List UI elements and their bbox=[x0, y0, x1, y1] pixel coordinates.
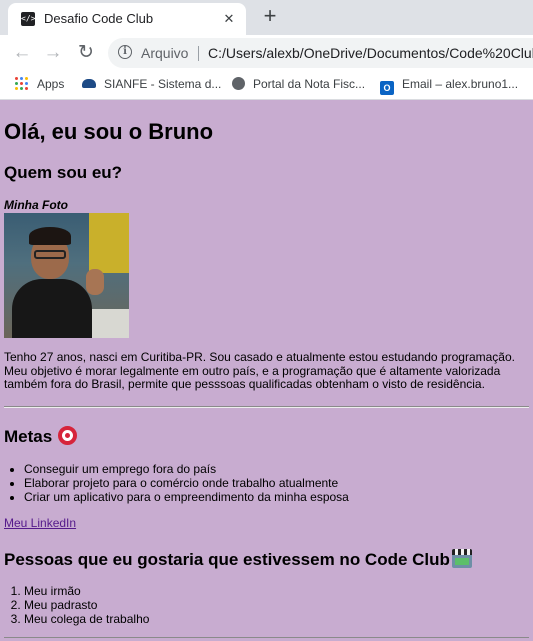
bookmarks-bar: Apps SIANFE - Sistema d... Portal da Not… bbox=[0, 71, 533, 100]
tab-desafio-code-club[interactable]: </> Desafio Code Club ✕ bbox=[8, 3, 246, 35]
file-scheme-label: Arquivo bbox=[141, 45, 189, 61]
tab-title: Desafio Code Club bbox=[44, 11, 154, 26]
list-item: Meu colega de trabalho bbox=[24, 612, 149, 626]
browser-chrome: </> Desafio Code Club ✕ + ← → ↻ i Arquiv… bbox=[0, 0, 533, 100]
reload-icon[interactable]: ↻ bbox=[74, 41, 98, 65]
bookmark-sianfe[interactable]: SIANFE - Sistema d... bbox=[82, 77, 221, 94]
bookmark-label: Apps bbox=[37, 77, 65, 91]
photo-caption: Minha Foto bbox=[4, 198, 68, 212]
bookmark-portal-nota[interactable]: Portal da Nota Fisc... bbox=[232, 77, 365, 94]
bio-paragraph: Tenho 27 anos, nasci em Curitiba-PR. Sou… bbox=[4, 350, 515, 391]
list-item: Criar um aplicativo para o empreendiment… bbox=[24, 490, 349, 504]
back-arrow-icon[interactable]: ← bbox=[10, 41, 34, 65]
goals-heading-text: Metas bbox=[4, 427, 53, 446]
list-item: Conseguir um emprego fora do país bbox=[24, 462, 349, 476]
omnibox-separator bbox=[198, 46, 199, 61]
bookmark-email[interactable]: O Email – alex.bruno1... bbox=[380, 77, 519, 95]
linkedin-link[interactable]: Meu LinkedIn bbox=[4, 516, 76, 530]
goals-heading: Metas bbox=[4, 426, 78, 447]
close-tab-icon[interactable]: ✕ bbox=[220, 10, 238, 28]
globe-icon bbox=[232, 77, 245, 90]
goals-list: Conseguir um emprego fora do país Elabor… bbox=[4, 462, 349, 504]
new-tab-button[interactable]: + bbox=[258, 5, 282, 29]
browser-toolbar: ← → ↻ i Arquivo C:/Users/alexb/OneDrive/… bbox=[0, 35, 533, 71]
list-item: Meu padrasto bbox=[24, 598, 149, 612]
clapper-board-icon bbox=[451, 549, 472, 568]
target-icon bbox=[58, 426, 78, 445]
cloud-icon bbox=[82, 79, 96, 88]
people-heading-text: Pessoas que eu gostaria que estivessem n… bbox=[4, 550, 450, 569]
profile-photo bbox=[4, 213, 129, 338]
bookmark-apps[interactable]: Apps bbox=[15, 77, 64, 94]
bookmark-label: Email – alex.bruno1... bbox=[402, 77, 519, 91]
url-text[interactable]: C:/Users/alexb/OneDrive/Documentos/Code%… bbox=[208, 45, 533, 61]
code-favicon-icon: </> bbox=[21, 12, 35, 26]
info-icon[interactable]: i bbox=[118, 45, 132, 59]
section-divider bbox=[4, 406, 529, 408]
list-item: Elaborar projeto para o comércio onde tr… bbox=[24, 476, 349, 490]
tab-strip: </> Desafio Code Club ✕ + bbox=[0, 0, 533, 35]
people-heading: Pessoas que eu gostaria que estivessem n… bbox=[4, 549, 472, 570]
bookmark-label: Portal da Nota Fisc... bbox=[253, 77, 366, 91]
list-item: Meu irmão bbox=[24, 584, 149, 598]
bookmark-label: SIANFE - Sistema d... bbox=[104, 77, 222, 91]
outlook-icon: O bbox=[380, 81, 394, 95]
page-content: Olá, eu sou o Bruno Quem sou eu? Minha F… bbox=[0, 100, 533, 641]
address-bar[interactable]: i Arquivo C:/Users/alexb/OneDrive/Docume… bbox=[108, 38, 533, 68]
apps-grid-icon bbox=[15, 77, 29, 91]
people-list: Meu irmão Meu padrasto Meu colega de tra… bbox=[4, 584, 149, 626]
bottom-divider bbox=[4, 637, 529, 638]
forward-arrow-icon[interactable]: → bbox=[41, 41, 65, 65]
about-heading: Quem sou eu? bbox=[4, 163, 123, 182]
page-title: Olá, eu sou o Bruno bbox=[4, 119, 214, 144]
